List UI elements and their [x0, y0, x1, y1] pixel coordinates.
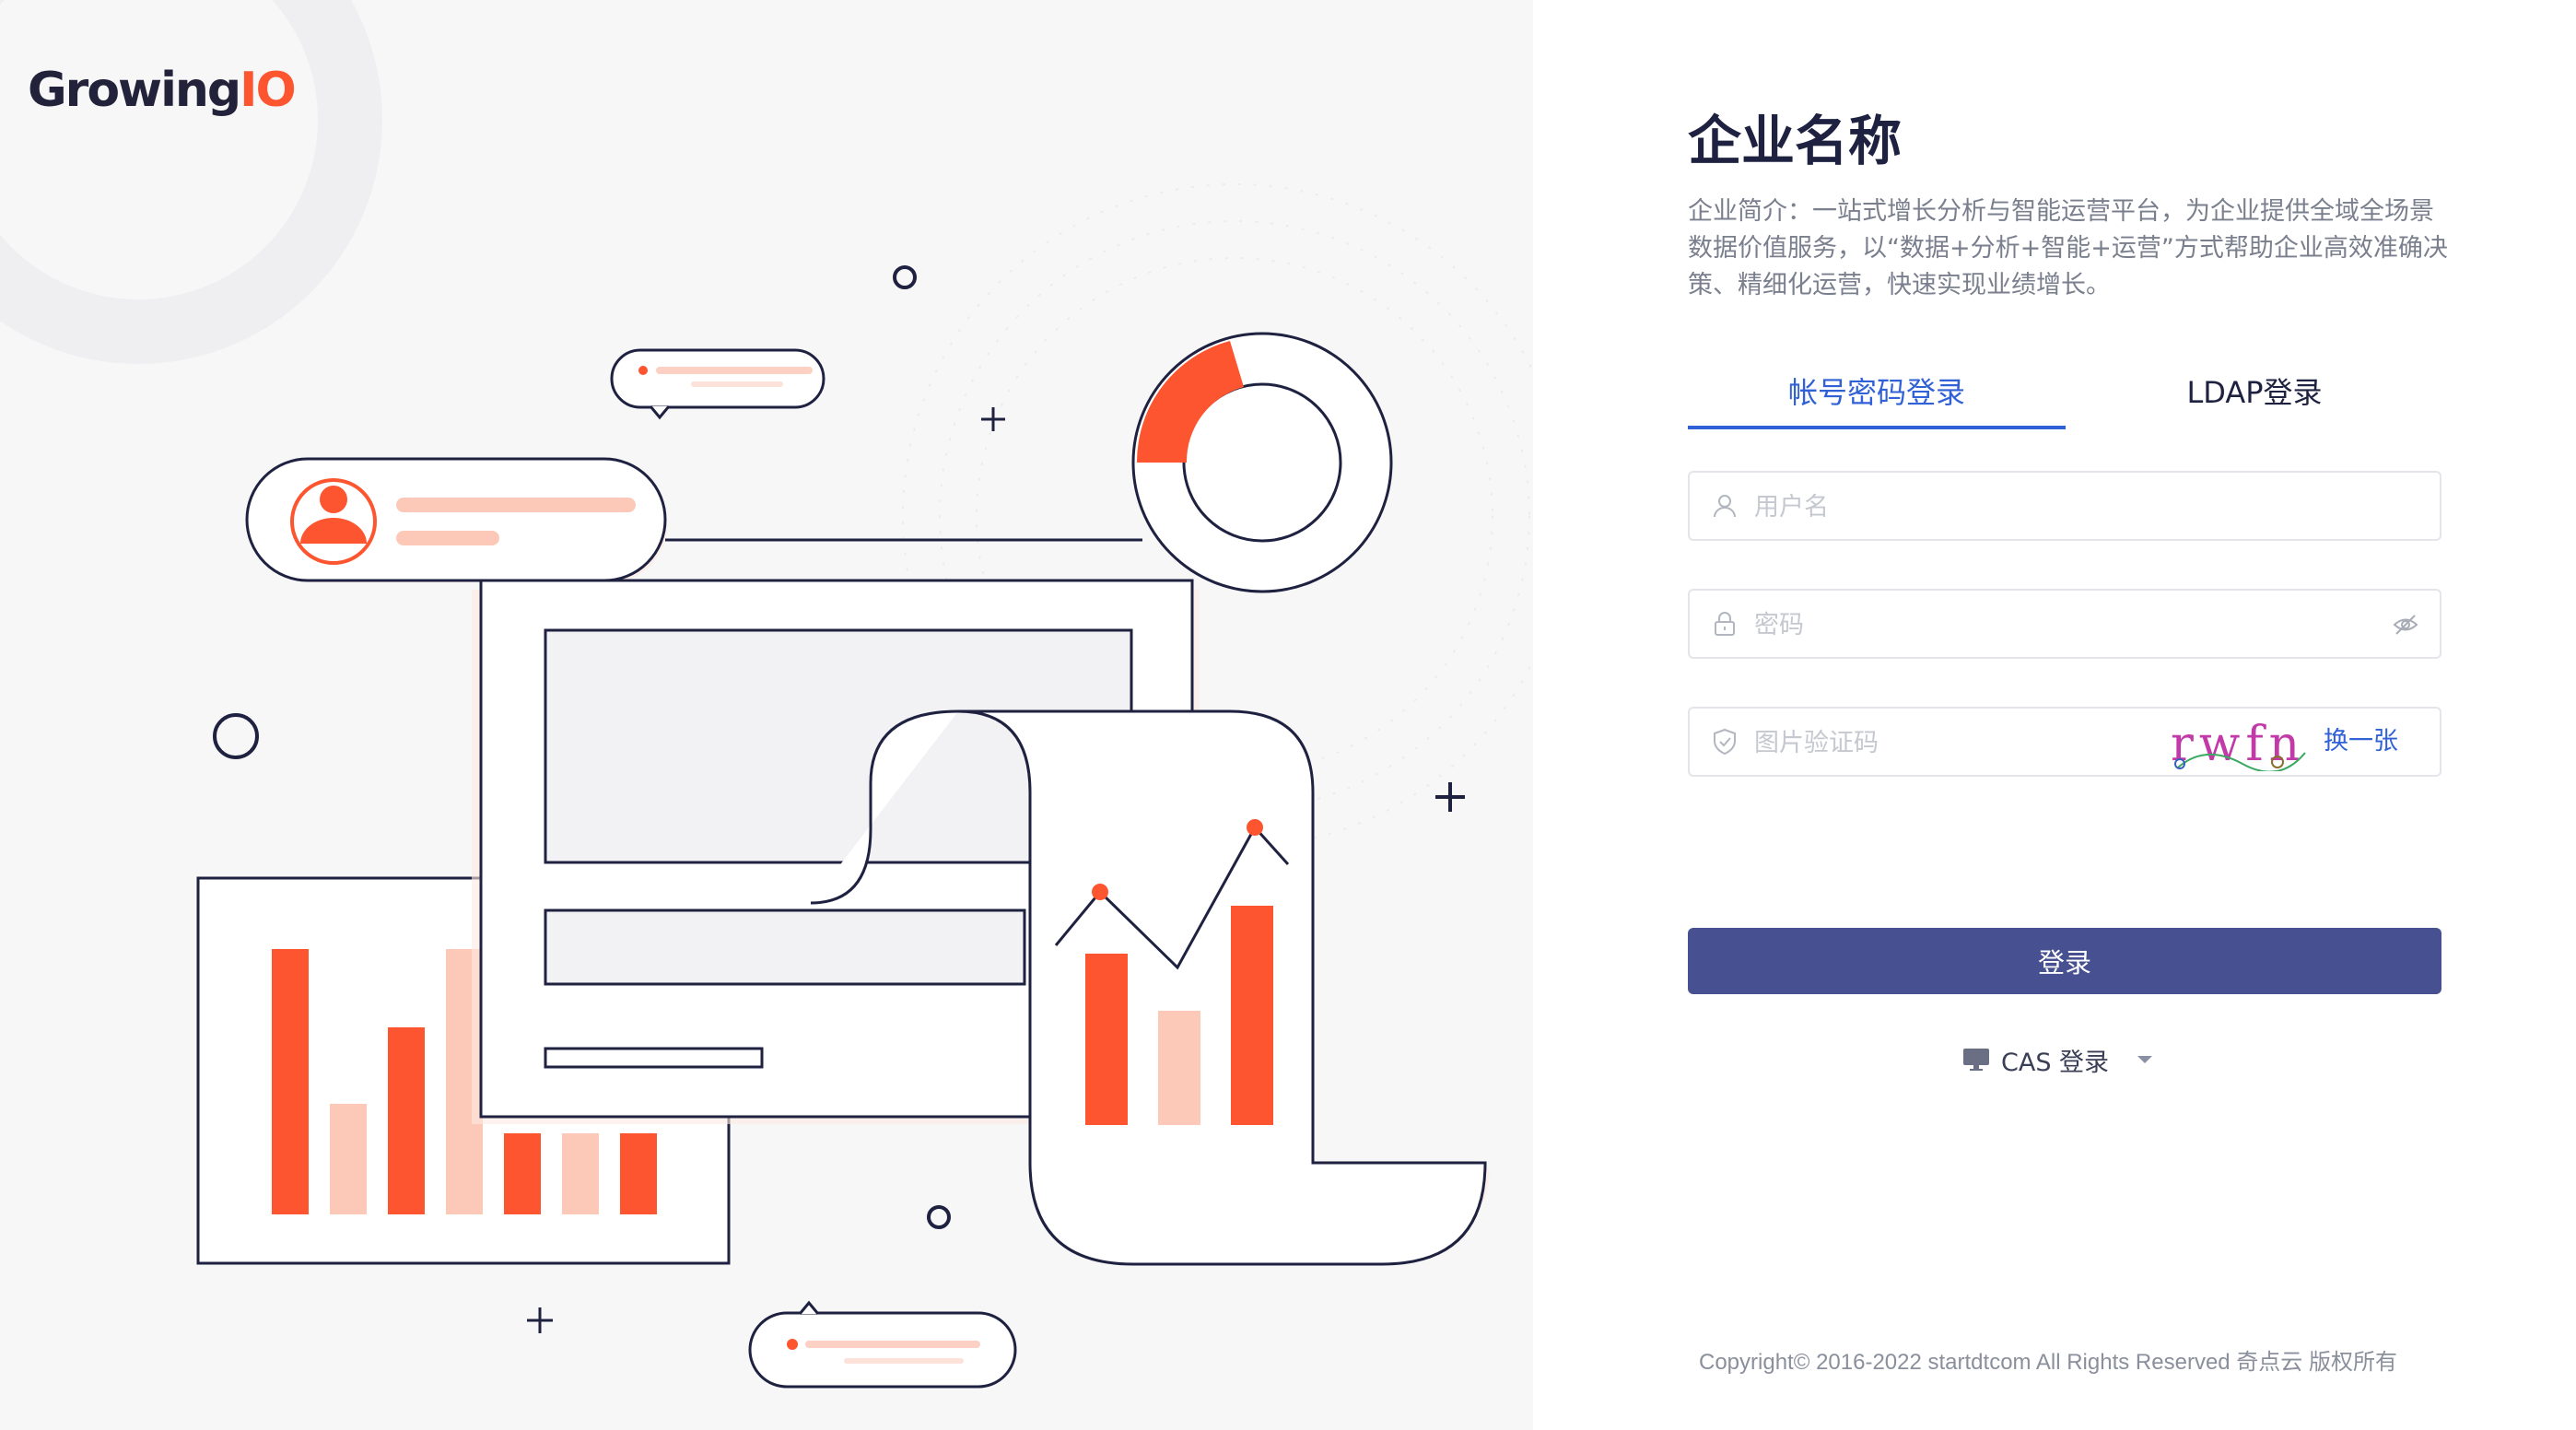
captcha-input[interactable]	[1752, 709, 2152, 777]
login-panel: 企业名称 企业简介：一站式增长分析与智能运营平台，为企业提供全域全场景数据价值服…	[1533, 0, 2576, 1430]
company-description: 企业简介：一站式增长分析与智能运营平台，为企业提供全域全场景数据价值服务，以“数…	[1688, 197, 2448, 299]
illustration-panel: GrowingIO	[0, 0, 1533, 1430]
speech-bubble	[610, 348, 825, 409]
company-title: 企业名称	[1688, 110, 1903, 172]
cas-login-dropdown[interactable]: CAS 登录	[1962, 1041, 2155, 1078]
deco-circle	[927, 1205, 951, 1229]
lock-icon	[1715, 612, 1735, 636]
plus-icon	[1435, 782, 1465, 812]
bg-ring	[0, 0, 382, 364]
plus-icon	[527, 1307, 553, 1333]
logo-accent-text: IO	[240, 63, 297, 118]
caret-down-icon	[2137, 1056, 2153, 1063]
cas-login-label: CAS 登录	[2001, 1048, 2110, 1077]
dashboard-illustration	[0, 0, 1533, 1389]
growingio-logo: GrowingIO	[28, 63, 297, 118]
refresh-captcha-link[interactable]: 换一张	[2324, 709, 2398, 775]
captcha-text: rwfn	[2171, 717, 2305, 771]
speech-bubble	[748, 1311, 1017, 1389]
password-input[interactable]	[1752, 591, 2272, 659]
username-input[interactable]	[1752, 473, 2272, 541]
plus-icon	[981, 407, 1005, 431]
eye-off-icon[interactable]	[2392, 611, 2419, 639]
logo-text: Growing	[28, 63, 241, 118]
user-icon	[1714, 495, 1736, 518]
login-button[interactable]: 登录	[1688, 928, 2441, 994]
tab-ldap[interactable]: LDAP登录	[2066, 367, 2443, 426]
deco-circle	[213, 713, 259, 759]
username-field[interactable]	[1688, 471, 2441, 541]
password-field[interactable]	[1688, 589, 2441, 659]
captcha-image[interactable]: rwfn	[2169, 716, 2307, 771]
shield-icon	[1714, 728, 1736, 756]
captcha-field[interactable]: rwfn 换一张	[1688, 707, 2441, 777]
deco-circle	[893, 265, 917, 289]
copyright-footer: Copyright© 2016-2022 startdtcom All Righ…	[1699, 1350, 2397, 1375]
monitor-icon	[1963, 1049, 1989, 1071]
tab-account-password[interactable]: 帐号密码登录	[1688, 367, 2066, 429]
